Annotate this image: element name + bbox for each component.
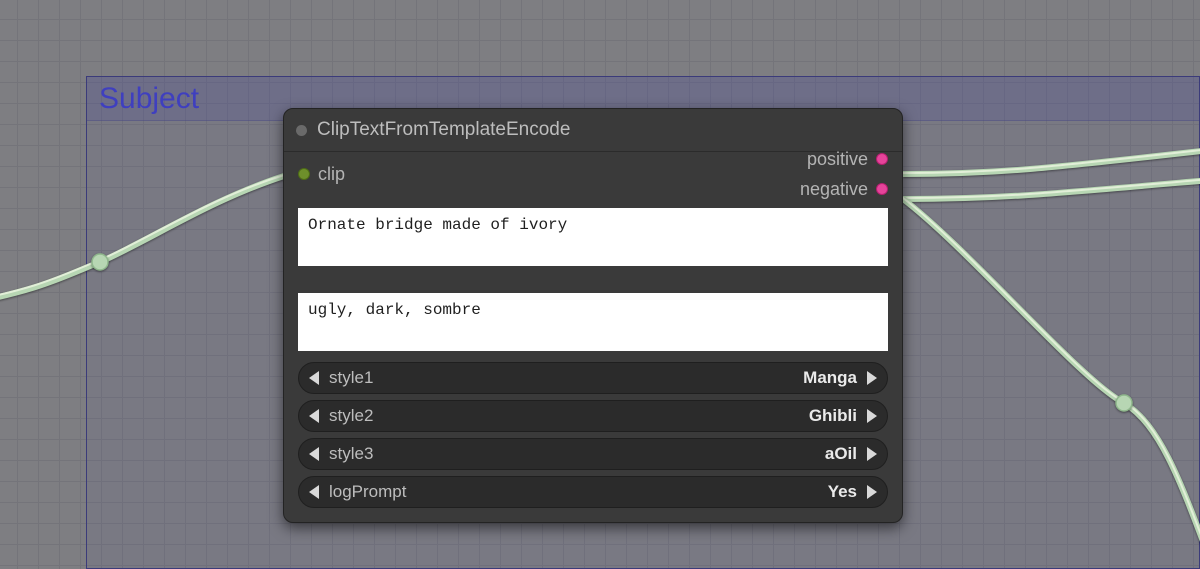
output-port-label-negative: negative: [800, 179, 868, 200]
selector-label: style3: [329, 444, 373, 464]
selector-style3[interactable]: style3 aOil: [298, 438, 888, 470]
selector-value: Manga: [803, 368, 857, 388]
selector-value: Yes: [828, 482, 857, 502]
output-port-label-positive: positive: [807, 149, 868, 170]
selector-style2[interactable]: style2 Ghibli: [298, 400, 888, 432]
chevron-left-icon[interactable]: [309, 485, 319, 499]
chevron-right-icon[interactable]: [867, 447, 877, 461]
output-port-positive[interactable]: [876, 153, 888, 165]
group-title: Subject: [99, 82, 199, 116]
input-port-label-clip: clip: [318, 164, 345, 185]
selector-label: style2: [329, 406, 373, 426]
output-port-negative[interactable]: [876, 183, 888, 195]
chevron-left-icon[interactable]: [309, 409, 319, 423]
selector-value: Ghibli: [809, 406, 857, 426]
selector-value: aOil: [825, 444, 857, 464]
selector-style1[interactable]: style1 Manga: [298, 362, 888, 394]
node-clip-text-from-template-encode[interactable]: ClipTextFromTemplateEncode clip positive…: [283, 108, 903, 523]
chevron-right-icon[interactable]: [867, 371, 877, 385]
node-body: style1 Manga style2 Ghibli style3 aOil l…: [284, 200, 902, 522]
selector-logprompt[interactable]: logPrompt Yes: [298, 476, 888, 508]
node-ports: clip positive negative: [284, 152, 902, 200]
selector-label: logPrompt: [329, 482, 406, 502]
chevron-right-icon[interactable]: [867, 409, 877, 423]
positive-prompt-input[interactable]: [298, 208, 888, 266]
node-title: ClipTextFromTemplateEncode: [317, 119, 570, 141]
selector-label: style1: [329, 368, 373, 388]
collapse-icon[interactable]: [296, 125, 307, 136]
chevron-left-icon[interactable]: [309, 371, 319, 385]
input-port-clip[interactable]: [298, 168, 310, 180]
negative-prompt-input[interactable]: [298, 293, 888, 351]
chevron-right-icon[interactable]: [867, 485, 877, 499]
chevron-left-icon[interactable]: [309, 447, 319, 461]
